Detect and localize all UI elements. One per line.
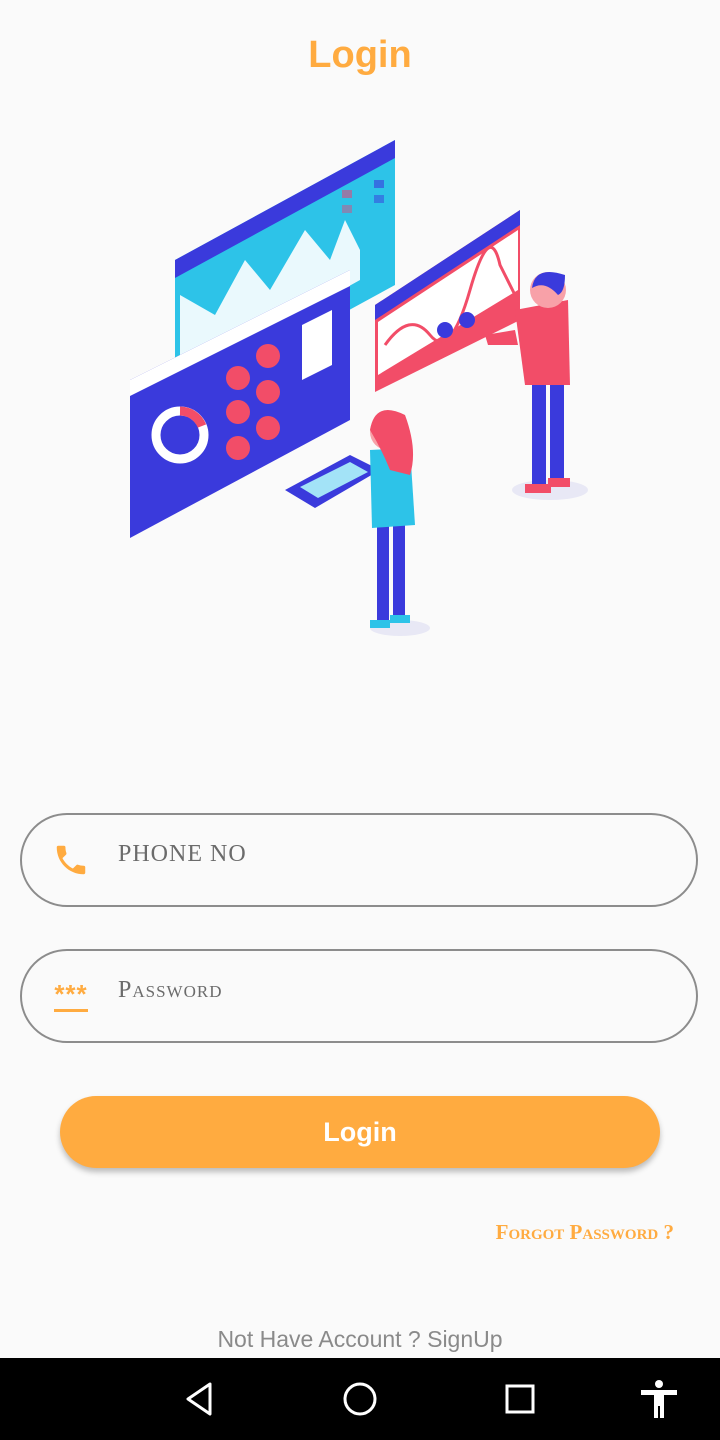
password-placeholder: Password: [118, 977, 223, 1003]
phone-icon: [46, 835, 96, 885]
forgot-password-link[interactable]: Forgot Password ?: [496, 1220, 674, 1245]
back-icon[interactable]: [178, 1378, 220, 1420]
dashboard-illustration: [130, 140, 588, 636]
recents-icon[interactable]: [499, 1378, 541, 1420]
page-title: Login: [308, 34, 412, 76]
password-field[interactable]: *** Password: [20, 949, 698, 1043]
home-icon[interactable]: [339, 1378, 381, 1420]
login-button[interactable]: Login: [60, 1096, 660, 1168]
system-navbar: [0, 1358, 720, 1440]
phone-field[interactable]: PHONE NO: [20, 813, 698, 907]
accessibility-icon[interactable]: [638, 1378, 680, 1420]
phone-placeholder: PHONE NO: [118, 841, 247, 867]
signup-link[interactable]: Not Have Account ? SignUp: [0, 1326, 720, 1353]
password-icon: ***: [46, 971, 96, 1021]
password-icon-text: ***: [54, 981, 88, 1012]
